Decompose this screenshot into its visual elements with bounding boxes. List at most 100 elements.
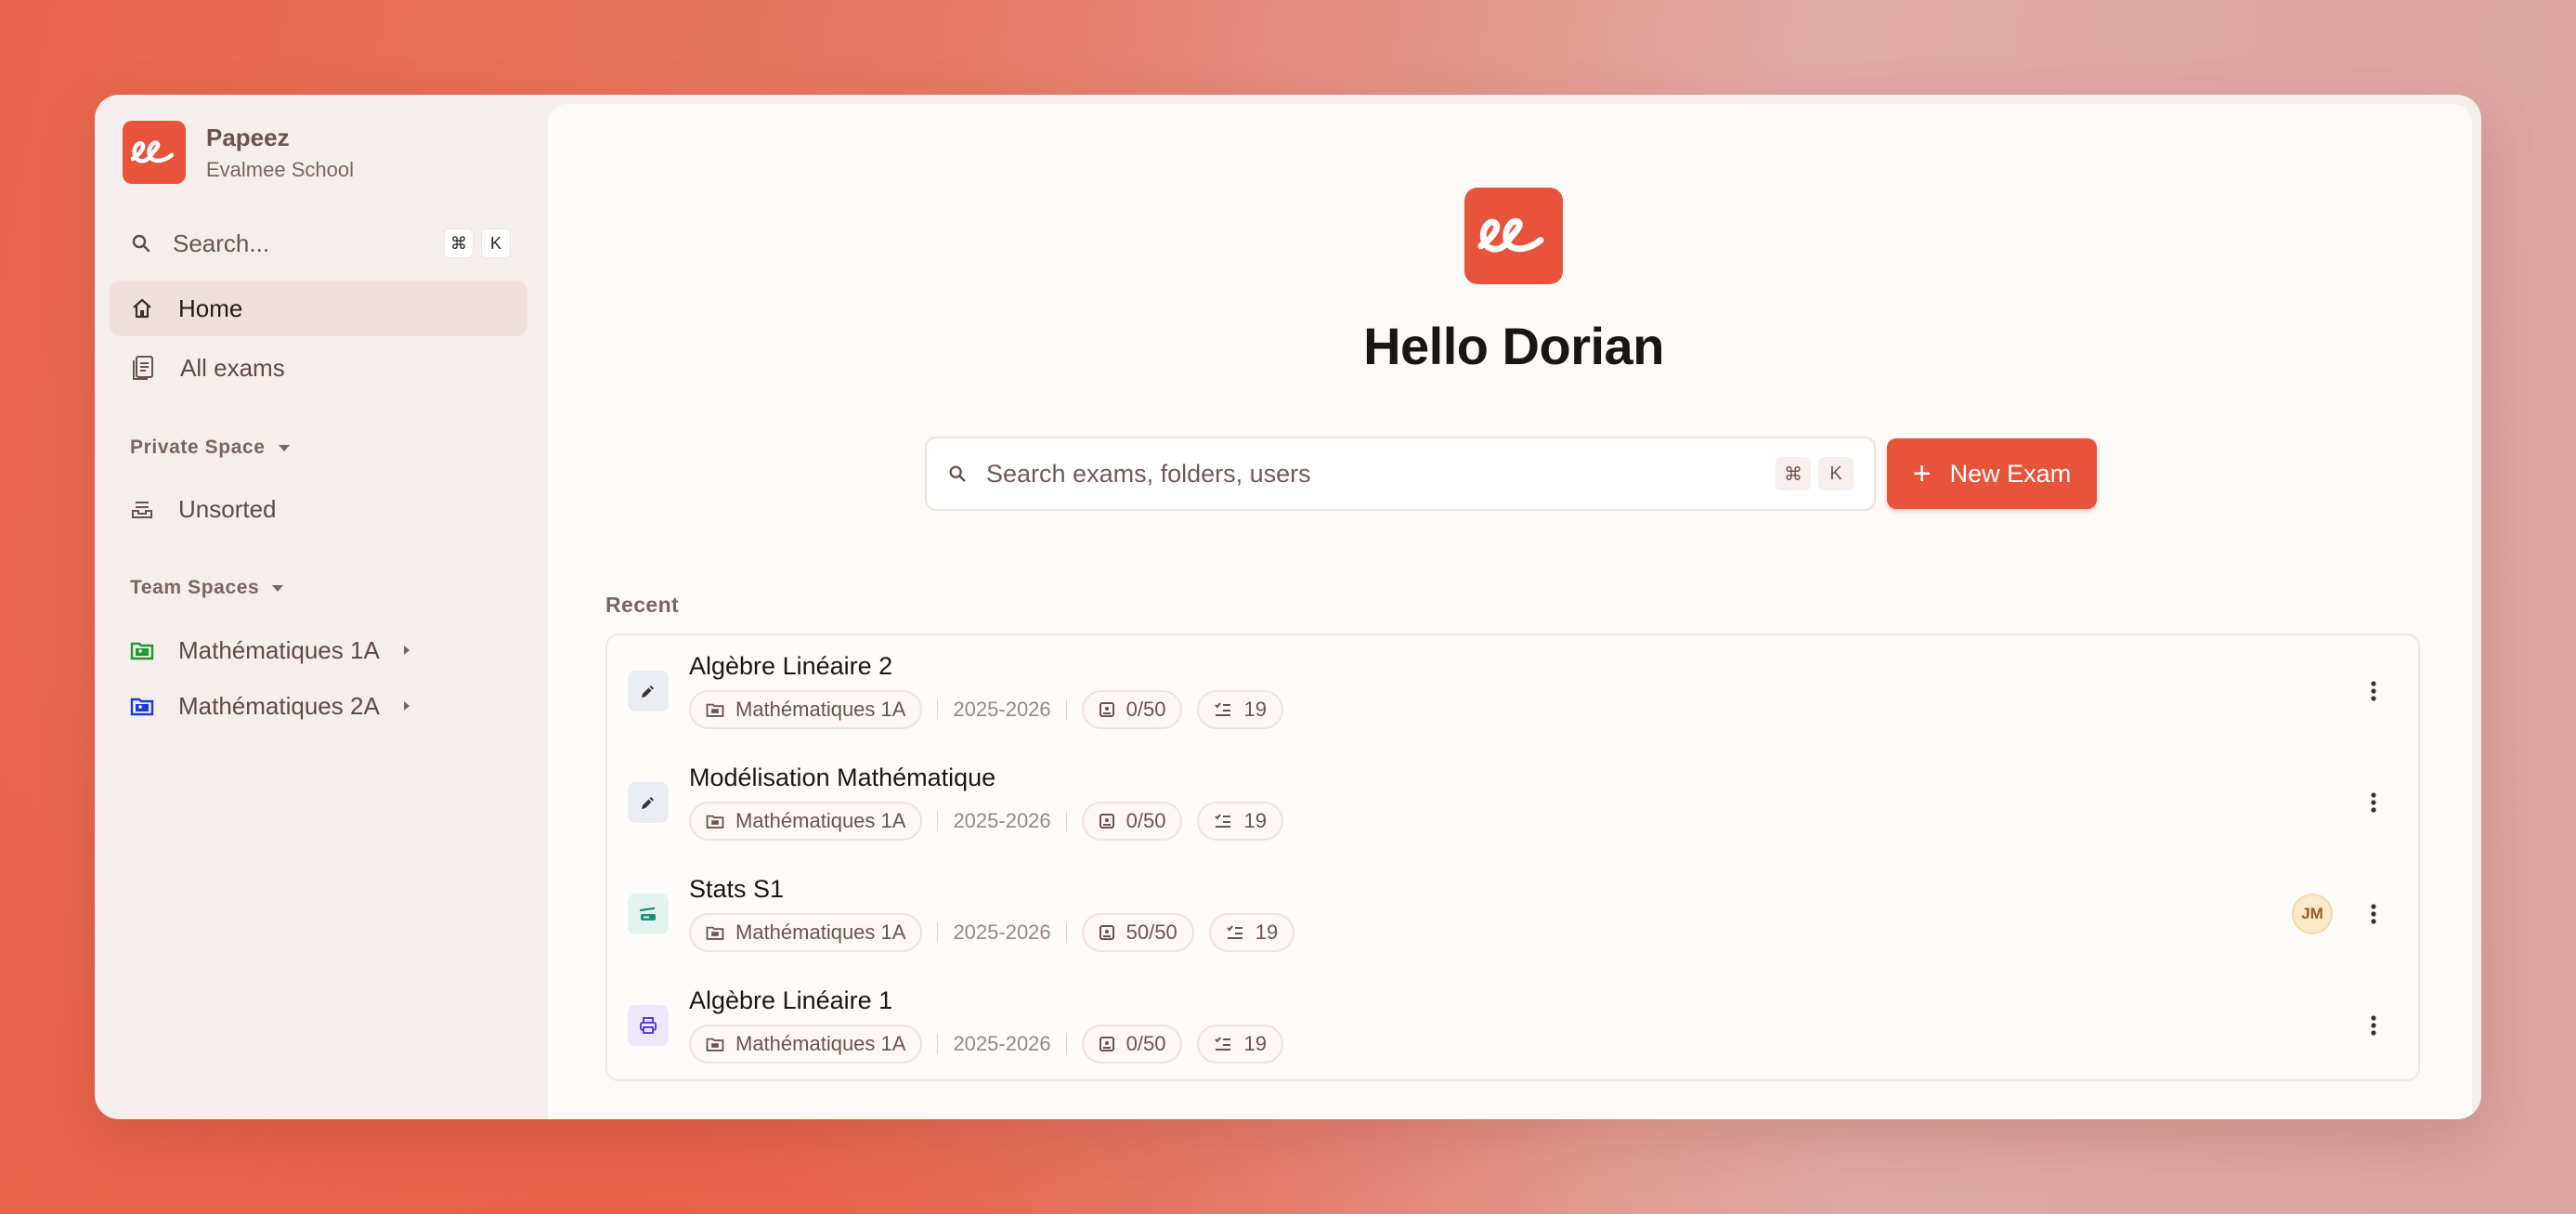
workspace-name: Papeez [206, 123, 290, 151]
folder-user-icon [130, 642, 154, 660]
folder-badge[interactable]: Mathématiques 1A [689, 1025, 923, 1064]
app-window: Papeez Evalmee School Search... ⌘ K Home… [95, 95, 2481, 1119]
edit-status-icon [628, 671, 669, 711]
school-year: 2025-2026 [953, 1032, 1051, 1055]
plus-icon: + [1912, 456, 1932, 491]
more-options-icon[interactable] [2355, 1007, 2392, 1044]
divider [1065, 1034, 1067, 1054]
more-options-icon[interactable] [2355, 672, 2392, 710]
folder-badge[interactable]: Mathématiques 1A [689, 913, 923, 952]
folder-name: Mathématiques 1A [735, 809, 906, 832]
caret-down-icon [272, 584, 284, 592]
sidebar-item-all-exams[interactable]: All exams [110, 340, 527, 396]
home-icon [133, 298, 151, 319]
school-name: Evalmee School [206, 157, 354, 181]
copies-count: 50/50 [1125, 920, 1177, 944]
sidebar-item-label: Unsorted [178, 494, 277, 523]
shortcut-key: K [1818, 457, 1854, 490]
questions-count: 19 [1243, 809, 1267, 832]
exam-row[interactable]: Algèbre Linéaire 2 Mathématiques 1A 2025… [607, 635, 2418, 747]
new-exam-button[interactable]: + New Exam [1887, 438, 2097, 509]
search-icon [132, 234, 150, 253]
expand-arrow-icon[interactable] [403, 701, 410, 711]
sidebar-search[interactable]: Search... ⌘ K [130, 223, 511, 264]
recent-exams-list: Algèbre Linéaire 2 Mathématiques 1A 2025… [605, 633, 2420, 1081]
sidebar-item-home[interactable]: Home [110, 281, 527, 336]
folder-user-icon [706, 703, 724, 717]
checklist-icon [1227, 925, 1242, 939]
folder-user-icon [706, 815, 724, 829]
shortcut-mod-key: ⌘ [444, 228, 474, 258]
copies-count: 0/50 [1125, 809, 1166, 832]
team-spaces-header[interactable]: Team Spaces [130, 577, 284, 599]
exam-title: Modélisation Mathématique [689, 764, 996, 791]
divider [937, 1034, 939, 1054]
checklist-icon [1215, 1037, 1231, 1051]
more-options-icon[interactable] [2355, 784, 2392, 821]
team-spaces-title: Team Spaces [130, 577, 260, 598]
school-year: 2025-2026 [953, 698, 1051, 721]
sidebar-item-unsorted[interactable]: Unsorted [110, 481, 527, 537]
divider [937, 699, 939, 720]
search-icon [949, 465, 966, 482]
exam-row[interactable]: Algèbre Linéaire 1 Mathématiques 1A 2025… [607, 970, 2418, 1081]
divider [1065, 699, 1067, 720]
questions-badge: 19 [1208, 913, 1295, 952]
folder-badge[interactable]: Mathématiques 1A [689, 690, 923, 729]
workspace-switcher[interactable]: Papeez Evalmee School [123, 121, 354, 184]
more-options-icon[interactable] [2355, 895, 2392, 933]
questions-count: 19 [1255, 920, 1279, 944]
divider [937, 811, 939, 831]
copies-badge: 0/50 [1081, 1025, 1183, 1064]
main-content: Hello Dorian Search exams, folders, user… [548, 104, 2472, 1119]
exam-row[interactable]: Stats S1 Mathématiques 1A 2025-2026 50/5… [607, 858, 2418, 970]
sidebar: Papeez Evalmee School Search... ⌘ K Home… [95, 95, 546, 1119]
checklist-icon [1215, 814, 1231, 828]
exam-title: Stats S1 [689, 875, 785, 903]
scanner-status-icon [628, 894, 669, 934]
school-year: 2025-2026 [953, 920, 1051, 944]
questions-badge: 19 [1197, 802, 1283, 841]
private-space-header[interactable]: Private Space [130, 437, 290, 459]
copies-count: 0/50 [1125, 1032, 1166, 1055]
sidebar-item-label: Home [178, 294, 243, 322]
copies-badge: 0/50 [1081, 802, 1183, 841]
copy-sheet-icon [1099, 925, 1114, 940]
sidebar-item-mathematiques-2a[interactable]: Mathématiques 2A [130, 685, 410, 726]
copy-sheet-icon [1099, 702, 1114, 717]
folder-name: Mathématiques 1A [735, 920, 906, 944]
folder-badge[interactable]: Mathématiques 1A [689, 802, 923, 841]
avatar[interactable]: JM [2292, 894, 2333, 934]
school-year: 2025-2026 [953, 809, 1051, 832]
sidebar-item-label: All exams [180, 353, 285, 382]
divider [1065, 811, 1067, 831]
expand-arrow-icon[interactable] [403, 646, 410, 655]
folder-user-icon [130, 698, 154, 716]
printer-status-icon [628, 1005, 669, 1046]
questions-count: 19 [1243, 1032, 1267, 1055]
edit-status-icon [628, 782, 669, 823]
brand-logo-icon [123, 121, 186, 184]
recent-section-title: Recent [605, 593, 680, 617]
copies-badge: 0/50 [1081, 690, 1183, 729]
caret-down-icon [278, 444, 290, 451]
questions-badge: 19 [1197, 1025, 1283, 1064]
folder-user-icon [706, 926, 724, 940]
sidebar-item-mathematiques-1a[interactable]: Mathématiques 1A [130, 630, 410, 671]
folder-user-icon [706, 1038, 724, 1051]
copies-count: 0/50 [1125, 698, 1166, 721]
folder-name: Mathématiques 1A [735, 1032, 906, 1055]
questions-badge: 19 [1197, 690, 1283, 729]
divider [1065, 922, 1067, 943]
copy-sheet-icon [1099, 1037, 1114, 1051]
exam-title: Algèbre Linéaire 2 [689, 652, 893, 680]
questions-count: 19 [1243, 698, 1267, 721]
exam-row[interactable]: Modélisation Mathématique Mathématiques … [607, 747, 2418, 858]
greeting-title: Hello Dorian [1363, 317, 1664, 375]
brand-logo-icon [1464, 188, 1563, 284]
search-placeholder: Search exams, folders, users [986, 459, 1311, 488]
private-space-title: Private Space [130, 437, 266, 458]
main-search-input[interactable]: Search exams, folders, users ⌘ K [925, 437, 1876, 511]
folder-name: Mathématiques 1A [735, 698, 906, 721]
document-icon [133, 356, 153, 380]
